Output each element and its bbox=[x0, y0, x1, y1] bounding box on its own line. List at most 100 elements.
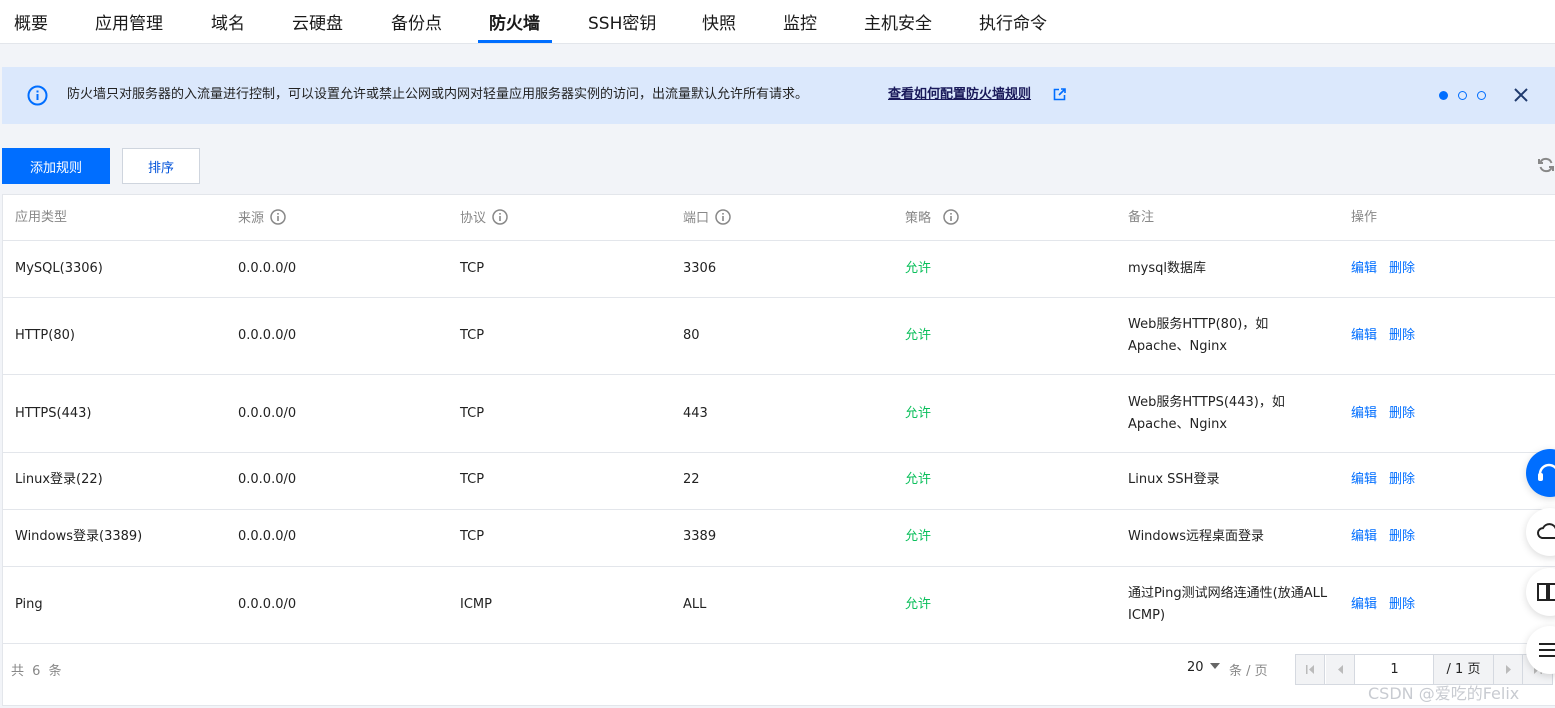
tab-app-management[interactable]: 应用管理 bbox=[95, 13, 163, 35]
cell-app-type: Linux登录(22) bbox=[15, 472, 103, 487]
cell-protocol: TCP bbox=[460, 406, 485, 421]
edit-link[interactable]: 编辑 bbox=[1351, 258, 1377, 280]
delete-link[interactable]: 删除 bbox=[1389, 403, 1415, 425]
delete-link[interactable]: 删除 bbox=[1389, 469, 1415, 491]
table-row: HTTPS(443) 0.0.0.0/0 TCP 443 允许 Web服务HTT… bbox=[3, 375, 1555, 453]
active-tab-indicator bbox=[478, 40, 552, 43]
table-row: Windows登录(3389) 0.0.0.0/0 TCP 3389 允许 Wi… bbox=[3, 510, 1555, 567]
cell-app-type: Windows登录(3389) bbox=[15, 529, 143, 544]
protocol-info-icon[interactable] bbox=[492, 209, 508, 225]
info-icon bbox=[27, 85, 48, 106]
cell-source: 0.0.0.0/0 bbox=[238, 472, 297, 487]
tab-host-security[interactable]: 主机安全 bbox=[864, 13, 932, 35]
carousel-dot-1[interactable] bbox=[1439, 91, 1448, 100]
cell-protocol: TCP bbox=[460, 529, 485, 544]
top-tab-bar: 概要 应用管理 域名 云硬盘 备份点 防火墙 SSH密钥 快照 监控 主机安全 … bbox=[0, 0, 1555, 44]
firewall-config-help-link[interactable]: 查看如何配置防火墙规则 bbox=[888, 86, 1031, 104]
policy-info-icon[interactable] bbox=[943, 209, 959, 225]
cell-app-type: MySQL(3306) bbox=[15, 261, 103, 276]
cell-port: 3306 bbox=[683, 261, 717, 276]
cell-protocol: TCP bbox=[460, 328, 485, 343]
cell-source: 0.0.0.0/0 bbox=[238, 597, 297, 612]
column-port: 端口 bbox=[683, 209, 731, 228]
delete-link[interactable]: 删除 bbox=[1389, 594, 1415, 616]
table-row: MySQL(3306) 0.0.0.0/0 TCP 3306 允许 mysql数… bbox=[3, 241, 1555, 298]
tab-monitor[interactable]: 监控 bbox=[783, 13, 817, 35]
sort-button[interactable]: 排序 bbox=[122, 148, 200, 184]
cell-app-type: HTTP(80) bbox=[15, 328, 75, 343]
cell-note: Linux SSH登录 bbox=[1128, 472, 1220, 487]
delete-link[interactable]: 删除 bbox=[1389, 325, 1415, 347]
first-page-button[interactable] bbox=[1296, 655, 1325, 684]
cell-policy: 允许 bbox=[905, 328, 932, 343]
edit-link[interactable]: 编辑 bbox=[1351, 469, 1377, 491]
column-actions: 操作 bbox=[1351, 210, 1378, 225]
carousel-dot-3[interactable] bbox=[1477, 91, 1486, 100]
edit-link[interactable]: 编辑 bbox=[1351, 403, 1377, 425]
cell-protocol: TCP bbox=[460, 472, 485, 487]
headset-icon bbox=[1538, 463, 1555, 481]
column-protocol: 协议 bbox=[460, 209, 508, 228]
cell-port: 443 bbox=[683, 406, 708, 421]
table-row: HTTP(80) 0.0.0.0/0 TCP 80 允许 Web服务HTTP(8… bbox=[3, 298, 1555, 375]
cell-source: 0.0.0.0/0 bbox=[238, 406, 297, 421]
cell-policy: 允许 bbox=[905, 472, 932, 487]
refresh-icon[interactable] bbox=[1537, 156, 1555, 174]
column-note: 备注 bbox=[1128, 210, 1155, 225]
book-icon bbox=[1537, 583, 1555, 601]
cell-port: ALL bbox=[683, 597, 707, 612]
total-count: 共 6 条 bbox=[11, 664, 64, 679]
column-policy: 策略 bbox=[905, 209, 959, 228]
info-notice: 防火墙只对服务器的入流量进行控制，可以设置允许或禁止公网或内网对轻量应用服务器实… bbox=[2, 67, 1555, 124]
edit-link[interactable]: 编辑 bbox=[1351, 594, 1377, 616]
first-page-icon bbox=[1306, 665, 1314, 674]
watermark: CSDN @爱吃的Felix bbox=[1368, 684, 1520, 703]
cell-policy: 允许 bbox=[905, 529, 932, 544]
edit-link[interactable]: 编辑 bbox=[1351, 325, 1377, 347]
delete-link[interactable]: 删除 bbox=[1389, 526, 1415, 548]
column-app-type: 应用类型 bbox=[15, 210, 68, 225]
external-link-icon[interactable] bbox=[1053, 88, 1066, 101]
page-size-select[interactable]: 20 bbox=[1187, 660, 1220, 675]
next-page-icon bbox=[1506, 665, 1511, 674]
edit-link[interactable]: 编辑 bbox=[1351, 526, 1377, 548]
cell-note: Web服务HTTPS(443)，如Apache、Nginx bbox=[1128, 395, 1285, 432]
tab-run-command[interactable]: 执行命令 bbox=[979, 13, 1047, 35]
cell-port: 80 bbox=[683, 328, 700, 343]
table-row: Ping 0.0.0.0/0 ICMP ALL 允许 通过Ping测试网络连通性… bbox=[3, 567, 1555, 644]
tab-cloud-disk[interactable]: 云硬盘 bbox=[292, 13, 343, 35]
cell-note: 通过Ping测试网络连通性(放通ALL ICMP) bbox=[1128, 586, 1328, 623]
table-header: 应用类型 来源 协议 端口 策略 备注 操作 bbox=[3, 195, 1555, 241]
cell-source: 0.0.0.0/0 bbox=[238, 261, 297, 276]
prev-page-button[interactable] bbox=[1326, 655, 1355, 684]
cell-protocol: TCP bbox=[460, 261, 485, 276]
tab-backup-point[interactable]: 备份点 bbox=[391, 13, 442, 35]
table-row: Linux登录(22) 0.0.0.0/0 TCP 22 允许 Linux SS… bbox=[3, 453, 1555, 510]
cell-policy: 允许 bbox=[905, 597, 932, 612]
cloud-icon bbox=[1537, 523, 1555, 539]
cell-app-type: HTTPS(443) bbox=[15, 406, 92, 421]
firewall-rules-table: 应用类型 来源 协议 端口 策略 备注 操作 MySQL(3306) 0.0.0… bbox=[2, 194, 1555, 706]
tab-overview[interactable]: 概要 bbox=[14, 13, 48, 35]
cell-note: mysql数据库 bbox=[1128, 261, 1206, 276]
cell-port: 3389 bbox=[683, 529, 717, 544]
add-rule-button[interactable]: 添加规则 bbox=[2, 148, 110, 184]
close-icon[interactable] bbox=[1513, 87, 1529, 103]
cell-protocol: ICMP bbox=[460, 597, 492, 612]
tab-ssh-key[interactable]: SSH密钥 bbox=[588, 13, 656, 35]
source-info-icon[interactable] bbox=[270, 209, 286, 225]
tab-firewall[interactable]: 防火墙 bbox=[489, 13, 540, 35]
prev-page-icon bbox=[1338, 665, 1343, 674]
carousel-dot-2[interactable] bbox=[1458, 91, 1467, 100]
page-size-unit: 条 / 页 bbox=[1229, 664, 1268, 679]
list-icon bbox=[1539, 643, 1555, 657]
cell-port: 22 bbox=[683, 472, 700, 487]
tab-domain[interactable]: 域名 bbox=[211, 13, 245, 35]
column-source: 来源 bbox=[238, 209, 286, 228]
cell-source: 0.0.0.0/0 bbox=[238, 328, 297, 343]
delete-link[interactable]: 删除 bbox=[1389, 258, 1415, 280]
tab-snapshot[interactable]: 快照 bbox=[702, 13, 736, 35]
port-info-icon[interactable] bbox=[715, 209, 731, 225]
caret-down-icon bbox=[1209, 663, 1220, 669]
cell-note: Web服务HTTP(80)，如Apache、Nginx bbox=[1128, 317, 1269, 354]
